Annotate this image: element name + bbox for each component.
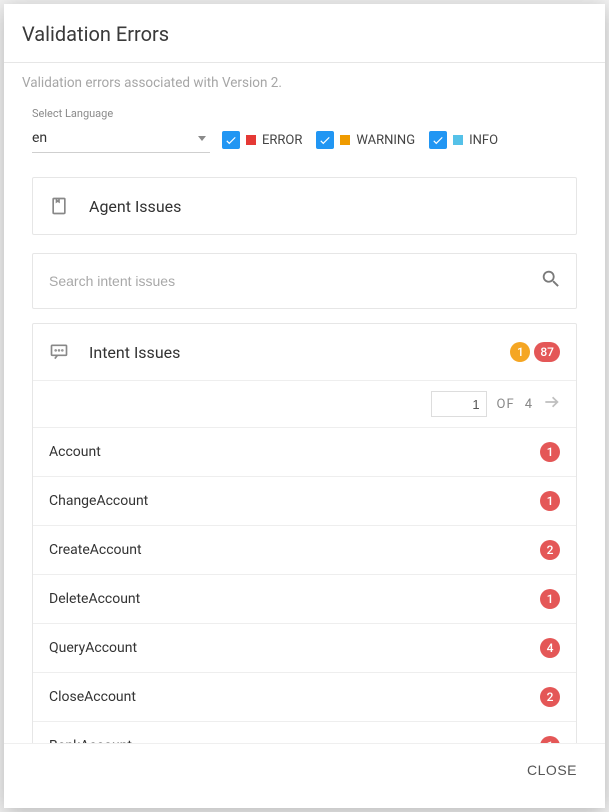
pager-next-button[interactable] [542,392,562,416]
swatch-info [453,135,463,145]
language-field: Select Language en [32,107,210,153]
legend-warning: WARNING [316,131,415,149]
search-input[interactable] [33,255,540,307]
legend-error: ERROR [222,131,302,149]
intent-error-badge: 1 [540,491,560,511]
intent-error-badge: 2 [540,540,560,560]
intent-error-count: 87 [534,342,560,362]
check-icon [318,133,332,147]
language-label: Select Language [32,107,210,120]
language-select[interactable]: en [32,126,210,153]
book-icon [49,196,69,216]
legend-warning-label: WARNING [356,133,415,148]
intent-name: ChangeAccount [49,493,148,509]
legend-info: INFO [429,131,498,149]
search-row [32,253,577,309]
chevron-down-icon [198,136,206,141]
intent-error-badge: 2 [540,687,560,707]
pager-of-label: OF [497,397,515,412]
intent-issues-header[interactable]: Intent Issues 1 87 [33,324,576,380]
legend-error-label: ERROR [262,133,302,148]
intent-name: CreateAccount [49,542,142,558]
intent-name: Account [49,444,101,460]
search-button[interactable] [540,268,562,294]
arrow-right-icon [542,392,562,412]
validation-errors-modal: Validation Errors Validation errors asso… [4,4,605,808]
pager-current-input[interactable] [431,391,487,417]
agent-issues-title: Agent Issues [89,197,560,216]
intent-row[interactable]: ChangeAccount 1 [33,476,576,525]
search-icon [540,268,562,290]
pager: OF 4 [33,380,576,427]
language-value: en [32,130,47,146]
checkbox-error[interactable] [222,131,240,149]
check-icon [431,133,445,147]
intent-row[interactable]: CloseAccount 2 [33,672,576,721]
check-icon [224,133,238,147]
intent-row[interactable]: Account 1 [33,427,576,476]
modal-title: Validation Errors [22,22,587,46]
intent-issues-panel: Intent Issues 1 87 OF 4 Account [32,323,577,743]
intent-issues-title: Intent Issues [89,343,490,362]
modal-header: Validation Errors [4,4,605,63]
intent-error-badge: 1 [540,736,560,743]
intent-error-badge: 4 [540,638,560,658]
checkbox-info[interactable] [429,131,447,149]
close-button[interactable]: CLOSE [515,754,589,786]
intent-name: CloseAccount [49,689,136,705]
legend-info-label: INFO [469,133,498,148]
intent-issues-badges: 1 87 [510,342,560,362]
agent-issues-panel[interactable]: Agent Issues [32,177,577,235]
intent-row[interactable]: DeleteAccount 1 [33,574,576,623]
legend: ERROR WARNING INFO [222,131,498,153]
chat-icon [49,342,69,362]
intent-row[interactable]: QueryAccount 4 [33,623,576,672]
modal-body-scroll[interactable]: Select Language en ERROR [4,95,605,743]
intent-row[interactable]: BankAccount1 [33,721,576,743]
modal-footer: CLOSE [4,743,605,795]
swatch-error [246,135,256,145]
intent-name: QueryAccount [49,640,137,656]
filter-row: Select Language en ERROR [32,107,577,153]
intent-warning-count: 1 [510,342,530,362]
modal-subtitle: Validation errors associated with Versio… [4,63,605,91]
intent-name: DeleteAccount [49,591,140,607]
checkbox-warning[interactable] [316,131,334,149]
swatch-warning [340,135,350,145]
intent-error-badge: 1 [540,442,560,462]
intent-list: Account 1 ChangeAccount 1 CreateAccount 2 Dele… [33,427,576,743]
pager-total: 4 [525,397,532,412]
intent-error-badge: 1 [540,589,560,609]
intent-row[interactable]: CreateAccount 2 [33,525,576,574]
